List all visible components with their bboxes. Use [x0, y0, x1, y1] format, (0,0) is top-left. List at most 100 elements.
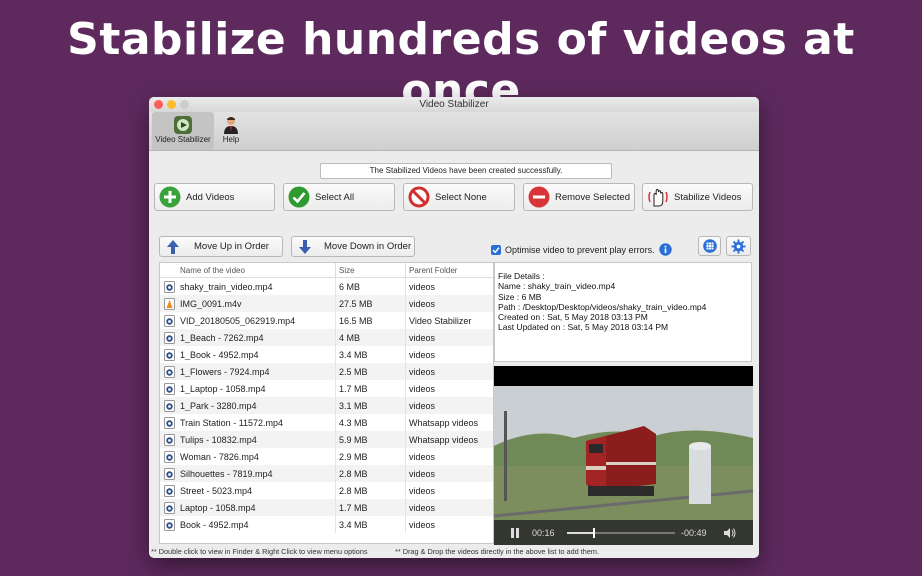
table-row[interactable]: IMG_0091.m4v 27.5 MB videos [160, 295, 493, 312]
row-parent-folder: videos [405, 499, 493, 516]
help-person-icon [221, 115, 241, 135]
minus-icon [528, 186, 550, 208]
quicktime-file-icon [160, 484, 178, 497]
row-size: 3.1 MB [335, 397, 405, 414]
column-size-header[interactable]: Size [335, 263, 405, 277]
select-none-button[interactable]: Select None [403, 183, 515, 211]
row-parent-folder: videos [405, 380, 493, 397]
row-video-name: Laptop - 1058.mp4 [180, 502, 256, 513]
select-none-label: Select None [435, 191, 487, 203]
move-down-label: Move Down in Order [324, 241, 412, 252]
quicktime-file-icon [160, 501, 178, 514]
table-row[interactable]: Woman - 7826.mp4 2.9 MB videos [160, 448, 493, 465]
table-row[interactable]: 1_Laptop - 1058.mp4 1.7 MB videos [160, 380, 493, 397]
select-all-label: Select All [315, 191, 355, 203]
table-body: shaky_train_video.mp4 6 MB videos IMG_0091.… [160, 278, 493, 533]
video-player[interactable]: 00:16 -00:49 [494, 366, 753, 545]
row-parent-folder: videos [405, 482, 493, 499]
checkbox-check-icon [492, 246, 500, 253]
video-stabilizer-icon [173, 115, 193, 135]
table-header: Name of the video Size Parent Folder [160, 263, 493, 278]
row-video-name: 1_Laptop - 1058.mp4 [180, 383, 266, 394]
seek-bar[interactable] [567, 528, 675, 538]
toolbar-video-stabilizer[interactable]: Video Stabilizer [152, 112, 214, 150]
table-row[interactable]: 1_Book - 4952.mp4 3.4 MB videos [160, 346, 493, 363]
row-video-name: VID_20180505_062919.mp4 [180, 315, 296, 326]
grid-view-button[interactable] [698, 236, 721, 256]
toolbar-help-label: Help [222, 135, 240, 144]
move-up-button[interactable]: Move Up in Order [159, 236, 283, 257]
row-size: 4.3 MB [335, 414, 405, 431]
quicktime-file-icon [160, 365, 178, 378]
column-folder-header[interactable]: Parent Folder [405, 263, 493, 277]
shaking-hand-icon [648, 188, 668, 207]
video-table: Name of the video Size Parent Folder sha… [159, 262, 494, 544]
minimize-window-button[interactable] [167, 100, 176, 109]
optimise-checkbox[interactable] [491, 244, 501, 255]
details-heading: File Details : [498, 271, 545, 281]
table-row[interactable]: VID_20180505_062919.mp4 16.5 MB Video Stab… [160, 312, 493, 329]
quicktime-file-icon [160, 331, 178, 344]
volume-icon[interactable] [723, 527, 737, 539]
table-row[interactable]: Book - 4952.mp4 3.4 MB videos [160, 516, 493, 533]
video-frame-train [494, 366, 753, 545]
move-up-label: Move Up in Order [194, 241, 269, 252]
grid-icon [702, 239, 717, 253]
row-size: 2.8 MB [335, 465, 405, 482]
close-window-button[interactable] [154, 100, 163, 109]
seek-bar-handle[interactable] [593, 528, 595, 538]
row-size: 1.7 MB [335, 380, 405, 397]
row-video-name: 1_Book - 4952.mp4 [180, 349, 259, 360]
column-name-header[interactable]: Name of the video [178, 263, 335, 277]
select-all-button[interactable]: Select All [283, 183, 395, 211]
table-row[interactable]: Silhouettes - 7819.mp4 2.8 MB videos [160, 465, 493, 482]
table-row[interactable]: Laptop - 1058.mp4 1.7 MB videos [160, 499, 493, 516]
player-controls: 00:16 -00:49 [494, 520, 753, 545]
table-row[interactable]: Street - 5023.mp4 2.8 MB videos [160, 482, 493, 499]
quicktime-file-icon [160, 450, 178, 463]
table-row[interactable]: 1_Beach - 7262.mp4 4 MB videos [160, 329, 493, 346]
vlc-file-icon [160, 297, 178, 310]
quicktime-file-icon [160, 518, 178, 531]
row-size: 27.5 MB [335, 295, 405, 312]
table-row[interactable]: shaky_train_video.mp4 6 MB videos [160, 278, 493, 295]
table-row[interactable]: 1_Park - 3280.mp4 3.1 MB videos [160, 397, 493, 414]
footer-hint-left: ** Double click to view in Finder & Righ… [151, 547, 368, 556]
row-size: 2.9 MB [335, 448, 405, 465]
quicktime-file-icon [160, 314, 178, 327]
seek-bar-fill [567, 532, 594, 534]
add-videos-label: Add Videos [186, 191, 235, 203]
table-row[interactable]: Tulips - 10832.mp4 5.9 MB Whatsapp videos [160, 431, 493, 448]
row-parent-folder: videos [405, 448, 493, 465]
row-size: 2.8 MB [335, 482, 405, 499]
move-down-button[interactable]: Move Down in Order [291, 236, 415, 257]
quicktime-file-icon [160, 280, 178, 293]
row-parent-folder: Whatsapp videos [405, 431, 493, 448]
arrow-up-icon [167, 239, 179, 254]
row-video-name: Tulips - 10832.mp4 [180, 434, 257, 445]
checkmark-icon [288, 186, 310, 208]
status-message: The Stabilized Videos have been created … [320, 163, 612, 179]
table-row[interactable]: 1_Flowers - 7924.mp4 2.5 MB videos [160, 363, 493, 380]
remove-selected-button[interactable]: Remove Selected [523, 183, 635, 211]
zoom-window-button[interactable] [180, 100, 189, 109]
arrow-down-icon [299, 239, 311, 254]
row-video-name: 1_Park - 3280.mp4 [180, 400, 257, 411]
stabilize-videos-button[interactable]: Stabilize Videos [642, 183, 753, 211]
pause-icon[interactable] [509, 527, 521, 539]
table-row[interactable]: Train Station - 11572.mp4 4.3 MB Whatsapp … [160, 414, 493, 431]
row-video-name: shaky_train_video.mp4 [180, 281, 273, 292]
stabilize-videos-label: Stabilize Videos [674, 191, 742, 203]
row-video-name: Street - 5023.mp4 [180, 485, 253, 496]
footer-hint-right: ** Drag & Drop the videos directly in th… [395, 547, 600, 556]
details-path: Path : /Desktop/Desktop/videos/shaky_tra… [498, 301, 707, 312]
details-name: Name : shaky_train_video.mp4 [498, 281, 616, 292]
row-video-name: Woman - 7826.mp4 [180, 451, 259, 462]
info-icon[interactable] [658, 243, 672, 256]
settings-button[interactable] [726, 236, 751, 256]
add-videos-button[interactable]: Add Videos [154, 183, 275, 211]
row-video-name: Book - 4952.mp4 [180, 519, 249, 530]
row-parent-folder: videos [405, 278, 493, 295]
toolbar-help[interactable]: Help [217, 112, 245, 150]
row-size: 6 MB [335, 278, 405, 295]
